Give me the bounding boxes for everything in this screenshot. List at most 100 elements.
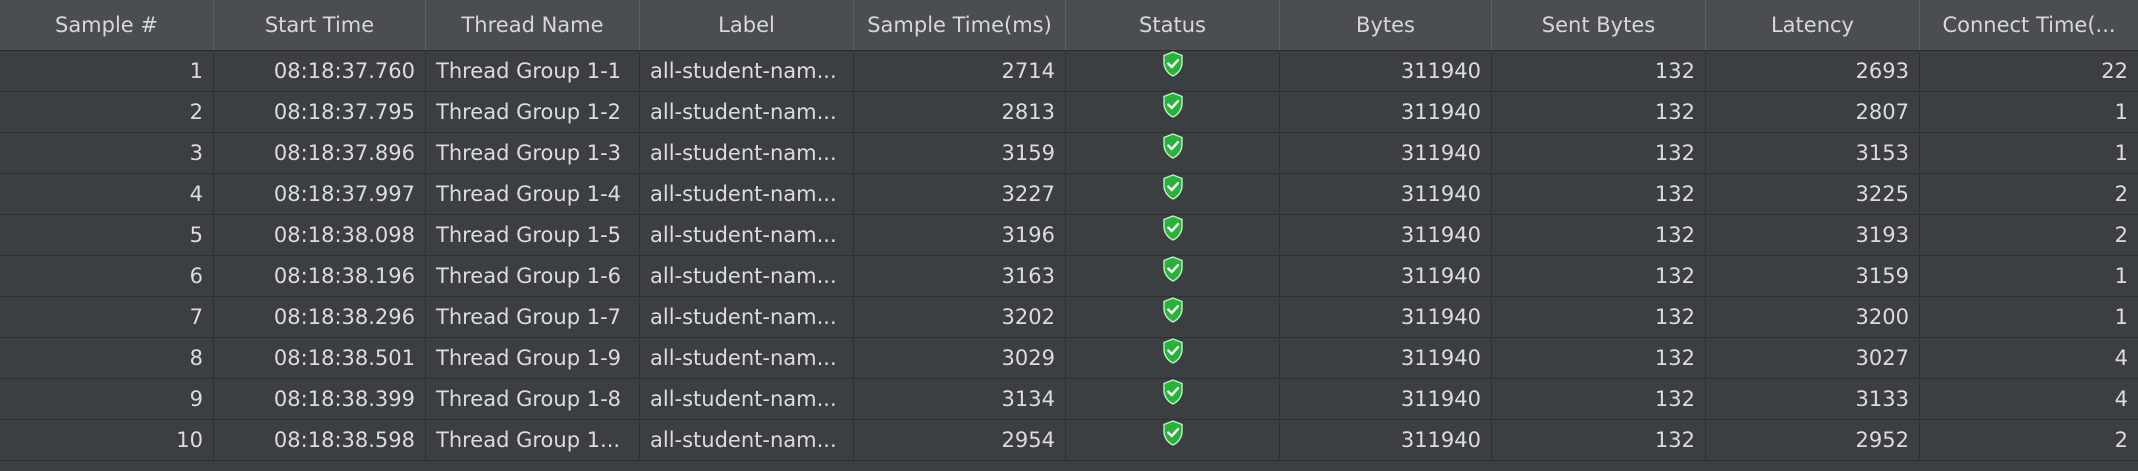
shield-check-icon: [1162, 379, 1184, 418]
cell-bytes: 311940: [1280, 297, 1492, 337]
cell-thread-name: Thread Group 1-5: [426, 215, 640, 255]
table-row-partial: [0, 461, 2138, 471]
cell-bytes: 311940: [1280, 215, 1492, 255]
cell-connect-time: 1: [2114, 264, 2128, 288]
cell-thread-name: Thread Group 1-1: [426, 51, 640, 91]
cell-thread-name: Thread Group 1-6: [426, 256, 640, 296]
cell-start-time: 08:18:37.896: [214, 133, 426, 173]
cell-latency: 2807: [1706, 92, 1920, 132]
table-row[interactable]: 1 08:18:37.760 Thread Group 1-1 all-student…: [0, 51, 2138, 92]
column-header-sample-time[interactable]: Sample Time(ms): [854, 0, 1066, 50]
cell-status: [1066, 51, 1280, 91]
cell-status: [1066, 379, 1280, 419]
shield-check-icon: [1162, 420, 1184, 459]
cell-sample: 2: [0, 92, 214, 132]
cell-start-time: 08:18:37.997: [214, 174, 426, 214]
shield-check-icon: [1162, 215, 1184, 254]
table-row[interactable]: 5 08:18:38.098 Thread Group 1-5 all-student…: [0, 215, 2138, 256]
cell-connect-time: 2: [2114, 428, 2128, 452]
cell-label: all-student-nam...: [640, 51, 854, 91]
cell-label: all-student-nam...: [640, 92, 854, 132]
results-table: Sample # Start Time Thread Name Label Sa…: [0, 0, 2138, 471]
cell-start-time: 08:18:38.598: [214, 420, 426, 460]
cell-sample-time: 2954: [854, 420, 1066, 460]
cell-sent-bytes: 132: [1492, 420, 1706, 460]
cell-latency: 3159: [1706, 256, 1920, 296]
table-row[interactable]: 10 08:18:38.598 Thread Group 1... all-stude…: [0, 420, 2138, 461]
cell-connect-time: 1: [2114, 305, 2128, 329]
cell-connect-time: 2: [2114, 182, 2128, 206]
table-row[interactable]: 9 08:18:38.399 Thread Group 1-8 all-student…: [0, 379, 2138, 420]
column-header-bytes[interactable]: Bytes: [1280, 0, 1492, 50]
cell-sample: 4: [0, 174, 214, 214]
cell-connect-time: 1: [2114, 141, 2128, 165]
cell-sample-time: 3196: [854, 215, 1066, 255]
cell-latency: 3200: [1706, 297, 1920, 337]
cell-bytes: 311940: [1280, 174, 1492, 214]
column-header-sent-bytes[interactable]: Sent Bytes: [1492, 0, 1706, 50]
cell-sample: 8: [0, 338, 214, 378]
cell-thread-name: Thread Group 1-2: [426, 92, 640, 132]
column-header-sample[interactable]: Sample #: [0, 0, 214, 50]
column-header-label[interactable]: Label: [640, 0, 854, 50]
cell-latency: 3133: [1706, 379, 1920, 419]
cell-latency: 3027: [1706, 338, 1920, 378]
column-header-latency[interactable]: Latency: [1706, 0, 1920, 50]
cell-status: [1066, 215, 1280, 255]
cell-sent-bytes: 132: [1492, 92, 1706, 132]
cell-bytes: 311940: [1280, 133, 1492, 173]
table-row[interactable]: 3 08:18:37.896 Thread Group 1-3 all-student…: [0, 133, 2138, 174]
cell-start-time: 08:18:37.795: [214, 92, 426, 132]
cell-sent-bytes: 132: [1492, 133, 1706, 173]
table-row[interactable]: 2 08:18:37.795 Thread Group 1-2 all-student…: [0, 92, 2138, 133]
cell-latency: 2693: [1706, 51, 1920, 91]
shield-check-icon: [1162, 256, 1184, 295]
cell-label: all-student-nam...: [640, 420, 854, 460]
column-header-status[interactable]: Status: [1066, 0, 1280, 50]
cell-sent-bytes: 132: [1492, 215, 1706, 255]
table-row[interactable]: 4 08:18:37.997 Thread Group 1-4 all-student…: [0, 174, 2138, 215]
cell-connect-time: 2: [2114, 223, 2128, 247]
cell-thread-name: Thread Group 1-3: [426, 133, 640, 173]
shield-check-icon: [1162, 174, 1184, 213]
cell-status: [1066, 297, 1280, 337]
cell-status: [1066, 92, 1280, 132]
column-header-start-time[interactable]: Start Time: [214, 0, 426, 50]
cell-thread-name: Thread Group 1...: [426, 420, 640, 460]
shield-check-icon: [1162, 92, 1184, 131]
cell-thread-name: Thread Group 1-8: [426, 379, 640, 419]
cell-sample: 7: [0, 297, 214, 337]
table-row[interactable]: 7 08:18:38.296 Thread Group 1-7 all-student…: [0, 297, 2138, 338]
cell-start-time: 08:18:38.196: [214, 256, 426, 296]
table-row[interactable]: 8 08:18:38.501 Thread Group 1-9 all-student…: [0, 338, 2138, 379]
cell-start-time: 08:18:38.501: [214, 338, 426, 378]
shield-check-icon: [1162, 338, 1184, 377]
cell-sample: 3: [0, 133, 214, 173]
column-header-thread-name[interactable]: Thread Name: [426, 0, 640, 50]
cell-connect-time: 22: [2101, 59, 2128, 83]
cell-sample: 10: [0, 420, 214, 460]
cell-bytes: 311940: [1280, 338, 1492, 378]
cell-status: [1066, 133, 1280, 173]
table-row[interactable]: 6 08:18:38.196 Thread Group 1-6 all-student…: [0, 256, 2138, 297]
column-header-connect-time[interactable]: Connect Time(...: [1920, 0, 2138, 50]
cell-sent-bytes: 132: [1492, 338, 1706, 378]
cell-label: all-student-nam...: [640, 174, 854, 214]
cell-connect-time: 4: [2114, 346, 2128, 370]
cell-status: [1066, 420, 1280, 460]
table-body: 1 08:18:37.760 Thread Group 1-1 all-student…: [0, 51, 2138, 471]
cell-label: all-student-nam...: [640, 379, 854, 419]
cell-label: all-student-nam...: [640, 256, 854, 296]
cell-bytes: 311940: [1280, 256, 1492, 296]
cell-bytes: 311940: [1280, 92, 1492, 132]
cell-start-time: 08:18:38.098: [214, 215, 426, 255]
cell-latency: 2952: [1706, 420, 1920, 460]
cell-sent-bytes: 132: [1492, 256, 1706, 296]
cell-start-time: 08:18:37.760: [214, 51, 426, 91]
cell-sample-time: 3134: [854, 379, 1066, 419]
cell-sample-time: 3227: [854, 174, 1066, 214]
cell-sent-bytes: 132: [1492, 297, 1706, 337]
cell-start-time: 08:18:38.399: [214, 379, 426, 419]
cell-bytes: 311940: [1280, 51, 1492, 91]
cell-thread-name: Thread Group 1-9: [426, 338, 640, 378]
